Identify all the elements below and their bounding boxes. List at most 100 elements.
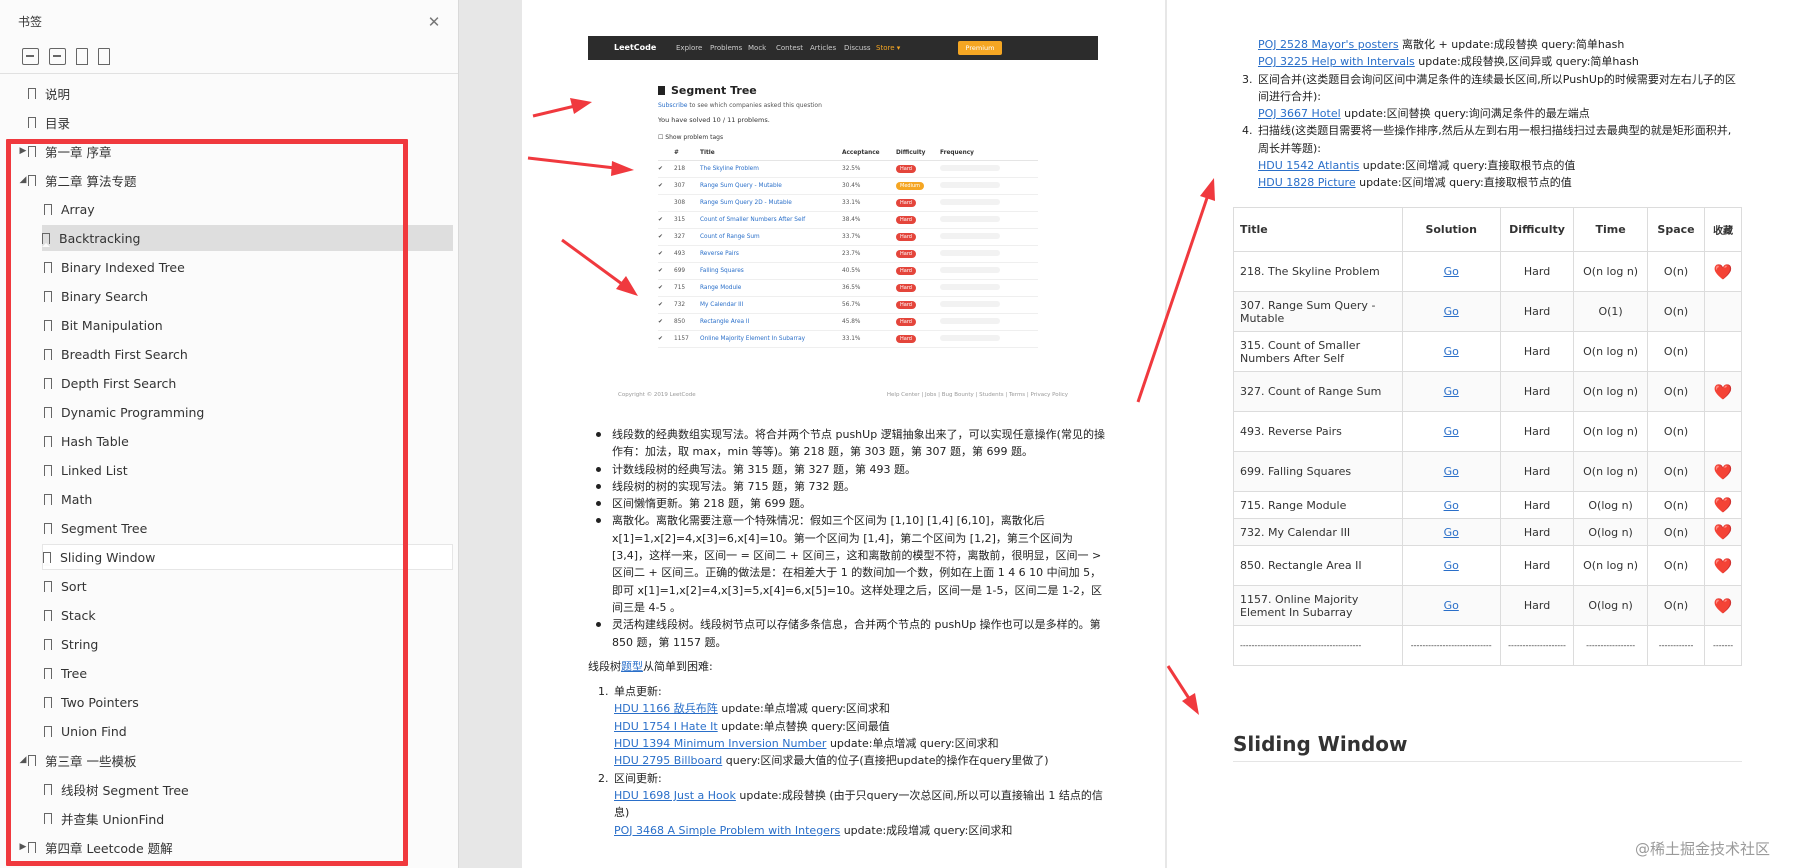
nav-link[interactable]: Problems <box>710 44 742 52</box>
leetcode-navbar: LeetCode Explore Problems Mock Contest A… <box>588 36 1098 60</box>
problem-link[interactable]: POJ 3667 Hotel <box>1258 107 1341 120</box>
toc-item[interactable]: Stack <box>44 602 96 628</box>
solution-link[interactable]: Go <box>1444 265 1459 278</box>
toc-item[interactable]: Array <box>44 196 95 222</box>
problem-link[interactable]: HDU 1542 Atlantis <box>1258 159 1359 172</box>
toc-item[interactable]: 并查集 UnionFind <box>44 805 164 831</box>
problem-title-link[interactable]: Falling Squares <box>700 262 842 280</box>
space-complexity: O(n) <box>1646 545 1706 586</box>
toc-item[interactable]: Breadth First Search <box>44 341 188 367</box>
bookmark-icon <box>28 841 36 856</box>
toc-item[interactable]: Segment Tree <box>44 515 147 541</box>
problem-title-link[interactable]: Range Sum Query 2D - Mutable <box>700 194 842 212</box>
collapse-arrow-icon[interactable]: ◢ <box>18 755 28 765</box>
toc-item[interactable]: Binary Indexed Tree <box>44 254 185 280</box>
solution-link[interactable]: Go <box>1444 425 1459 438</box>
close-icon[interactable]: ✕ <box>426 14 442 30</box>
nav-link[interactable]: Store ▾ <box>876 44 900 52</box>
toc-item[interactable]: Math <box>44 486 92 512</box>
nav-link[interactable]: Articles <box>810 44 836 52</box>
table-row: 308 Range Sum Query 2D - Mutable 33.1% Hard <box>658 194 1038 212</box>
nav-link[interactable]: Explore <box>676 44 702 52</box>
premium-button[interactable]: Premium <box>958 41 1002 55</box>
show-tags-checkbox[interactable]: ☐ Show problem tags <box>658 134 723 141</box>
toc-item[interactable]: Two Pointers <box>44 689 139 715</box>
collapse-all-icon[interactable] <box>49 48 66 65</box>
difficulty-cell: Hard <box>896 211 940 229</box>
toc-item[interactable]: Dynamic Programming <box>44 399 204 425</box>
problem-title-link[interactable]: Online Majority Element In Subarray <box>700 330 842 348</box>
solution-link[interactable]: Go <box>1444 465 1459 478</box>
toc-item[interactable]: Sliding Window <box>42 544 453 570</box>
solution-link[interactable]: Go <box>1444 385 1459 398</box>
frequency-cell <box>940 160 1038 178</box>
toc-item[interactable]: Binary Search <box>44 283 148 309</box>
col-header: Solution <box>1401 207 1501 252</box>
bookmark-icon[interactable] <box>98 48 110 65</box>
problem-link[interactable]: HDU 1828 Picture <box>1258 176 1356 189</box>
add-bookmark-icon[interactable] <box>76 48 88 65</box>
problem-number: 327 <box>674 228 700 246</box>
problem-link[interactable]: HDU 2795 Billboard <box>614 754 722 767</box>
bookmark-icon <box>44 725 52 740</box>
problem-number: 699 <box>674 262 700 280</box>
problem-title-link[interactable]: The Skyline Problem <box>700 160 842 178</box>
problem-title-link[interactable]: Rectangle Area II <box>700 313 842 331</box>
nav-link[interactable]: Discuss <box>844 44 871 52</box>
toc-item[interactable]: 线段树 Segment Tree <box>44 776 189 802</box>
problem-title-link[interactable]: Range Sum Query - Mutable <box>700 177 842 195</box>
frequency-bar <box>940 198 1000 205</box>
toc-item[interactable]: ▶ 第一章 序章 <box>20 138 111 164</box>
nav-link[interactable]: Contest <box>776 44 803 52</box>
toc-item[interactable]: 说明 <box>28 80 70 106</box>
toc-item[interactable]: String <box>44 631 98 657</box>
bookmark-icon <box>44 783 52 798</box>
toc-item[interactable]: Backtracking <box>42 225 453 251</box>
toc-item[interactable]: Depth First Search <box>44 370 176 396</box>
problem-link[interactable]: HDU 1166 敌兵布阵 <box>614 702 718 715</box>
problem-link[interactable]: POJ 3225 Help with Intervals <box>1258 55 1415 68</box>
problem-title-link[interactable]: Count of Range Sum <box>700 228 842 246</box>
toc-item[interactable]: Hash Table <box>44 428 129 454</box>
problem-link[interactable]: HDU 1698 Just a Hook <box>614 789 736 802</box>
problem-title-link[interactable]: Count of Smaller Numbers After Self <box>700 211 842 229</box>
problem-link[interactable]: HDU 1754 I Hate It <box>614 720 718 733</box>
solution-link[interactable]: Go <box>1444 599 1459 612</box>
collapse-arrow-icon[interactable]: ◢ <box>18 175 28 185</box>
toc-item[interactable]: Linked List <box>44 457 128 483</box>
expand-all-icon[interactable] <box>22 48 39 65</box>
toc-item[interactable]: Bit Manipulation <box>44 312 163 338</box>
favorite-heart-icon <box>1704 411 1742 452</box>
expand-arrow-icon[interactable]: ▶ <box>18 842 28 852</box>
solution-link[interactable]: Go <box>1444 526 1459 539</box>
favorite-heart-icon: ❤️ <box>1704 371 1742 412</box>
problem-link[interactable]: POJ 2528 Mayor's posters <box>1258 38 1399 51</box>
toc-item[interactable]: ◢ 第三章 一些模板 <box>20 747 136 773</box>
nav-link[interactable]: Mock <box>748 44 766 52</box>
toc-label: Bit Manipulation <box>61 317 163 333</box>
problem-title-link[interactable]: My Calendar III <box>700 296 842 314</box>
solution-link[interactable]: Go <box>1444 305 1459 318</box>
toc-item[interactable]: 目录 <box>28 109 70 135</box>
problem-link[interactable]: HDU 1394 Minimum Inversion Number <box>614 737 826 750</box>
expand-arrow-icon[interactable]: ▶ <box>18 146 28 156</box>
bullet-item: 灵活构建线段树。线段树节点可以存储多条信息，合并两个节点的 pushUp 操作也… <box>588 616 1108 651</box>
problem-link[interactable]: POJ 3468 A Simple Problem with Integers <box>614 824 840 837</box>
toc-item[interactable]: Union Find <box>44 718 127 744</box>
time-complexity: O(n log n) <box>1573 451 1648 492</box>
solution-link[interactable]: Go <box>1444 499 1459 512</box>
problem-title-link[interactable]: Reverse Pairs <box>700 245 842 263</box>
toc-item[interactable]: ◢ 第二章 算法专题 <box>20 167 136 193</box>
problem-title-link[interactable]: Range Module <box>700 279 842 297</box>
acceptance: 33.7% <box>842 228 896 246</box>
intro-link[interactable]: 题型 <box>621 660 643 673</box>
subscribe-link[interactable]: Subscribe <box>658 102 687 109</box>
toc-item[interactable]: Tree <box>44 660 87 686</box>
solution-link[interactable]: Go <box>1444 559 1459 572</box>
solution-link[interactable]: Go <box>1444 345 1459 358</box>
toc-item[interactable]: Sort <box>44 573 87 599</box>
problem-title: 850. Rectangle Area II <box>1233 545 1403 586</box>
toc-item[interactable]: ▶ 第四章 Leetcode 题解 <box>20 834 173 860</box>
intro-text: 线段树 <box>588 659 621 673</box>
difficulty-badge: Hard <box>896 334 916 343</box>
